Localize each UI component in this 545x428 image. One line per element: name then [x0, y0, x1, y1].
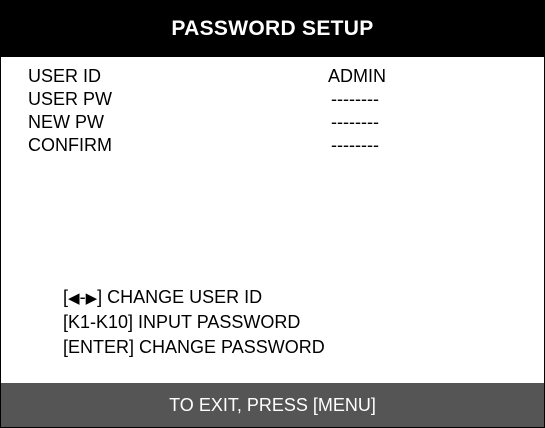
confirm-pw-field[interactable]: --------	[331, 135, 379, 155]
password-setup-dialog: PASSWORD SETUP USER ID ADMIN USER PW ---…	[0, 0, 545, 428]
confirm-pw-label: CONFIRM	[28, 135, 112, 155]
new-pw-label: NEW PW	[28, 112, 104, 132]
help-change-user-id-text: ] CHANGE USER ID	[97, 287, 263, 307]
help-line-change-password: [ENTER] CHANGE PASSWORD	[63, 337, 325, 357]
exit-hint-text: TO EXIT, PRESS [MENU]	[169, 394, 376, 415]
page-title: PASSWORD SETUP	[171, 17, 374, 40]
exit-hint-bar: TO EXIT, PRESS [MENU]	[1, 383, 544, 427]
help-line-input-password: [K1-K10] INPUT PASSWORD	[63, 312, 301, 332]
user-pw-label: USER PW	[28, 89, 113, 109]
page-title-bar: PASSWORD SETUP	[1, 1, 544, 57]
left-arrow-icon: ◀	[68, 290, 80, 307]
help-line-change-user-id: [◀-▶] CHANGE USER ID	[63, 286, 262, 310]
new-pw-field[interactable]: --------	[331, 112, 379, 132]
user-id-label: USER ID	[28, 66, 102, 86]
user-pw-field[interactable]: --------	[331, 89, 379, 109]
right-arrow-icon: ▶	[85, 290, 98, 307]
user-id-value[interactable]: ADMIN	[328, 66, 386, 86]
